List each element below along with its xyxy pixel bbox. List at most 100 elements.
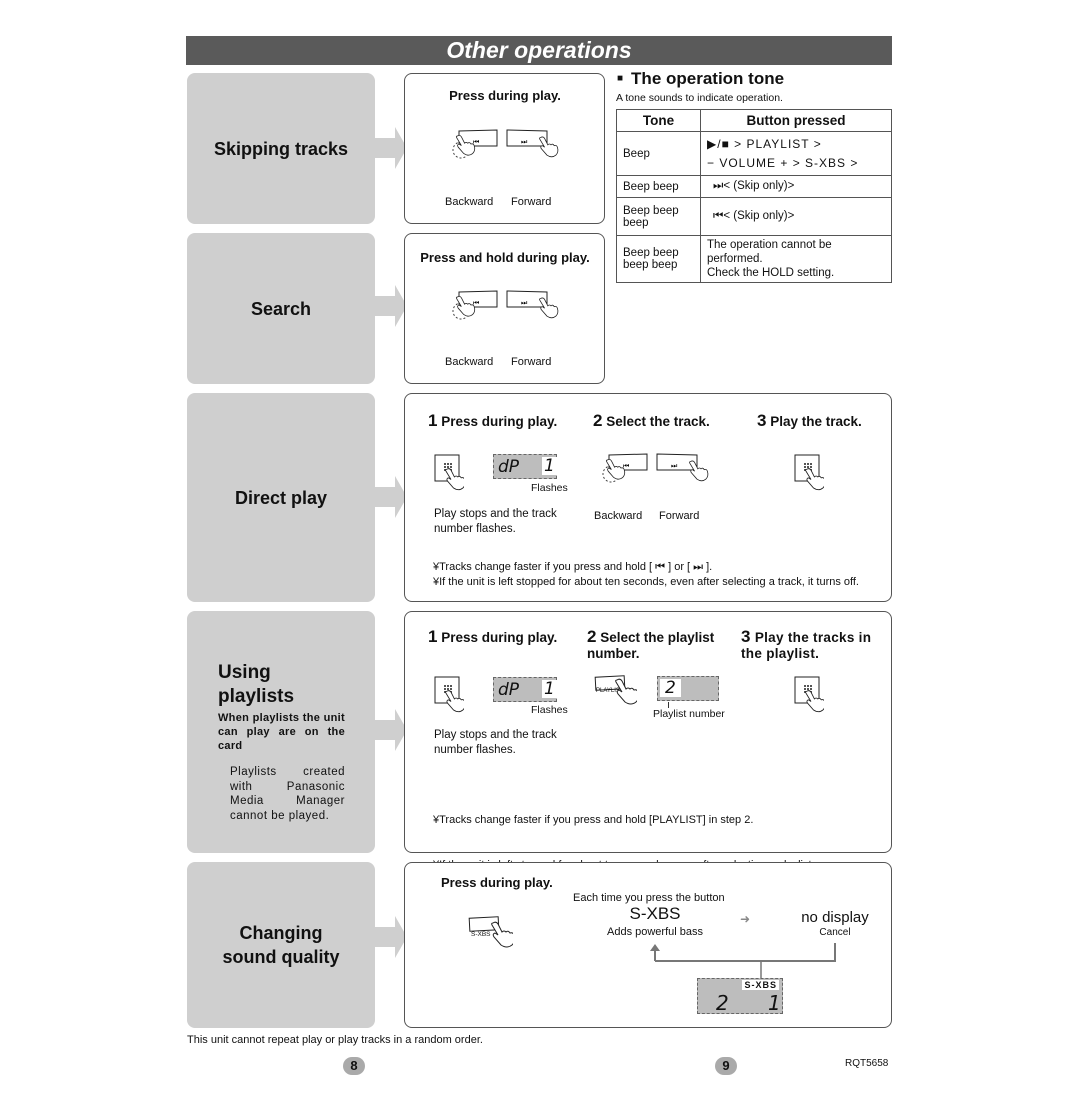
skip-forward-button-icon: ⏭ <box>506 290 559 319</box>
playlist-lcd-display: 2 <box>657 676 719 701</box>
mode-no-display: no display <box>801 909 869 926</box>
operation-tone-subtitle: A tone sounds to indicate operation. <box>616 92 783 104</box>
lcd-left-text: dP <box>498 680 520 700</box>
s-xbs-button: S-XBS <box>468 916 515 948</box>
lcd-left-digit: 2 <box>716 991 729 1015</box>
step-1: 1 Press during play. <box>428 411 558 430</box>
button-line: − VOLUME + > S-XBS > <box>707 155 859 170</box>
forward-label: Forward <box>511 356 552 368</box>
step-3: 3 Play the track. <box>757 411 862 430</box>
step-1: 1 Press during play. <box>428 627 558 646</box>
skip-forward-button-icon: ⏭ <box>656 453 709 482</box>
backward-label: Backward <box>445 356 494 368</box>
table-row: Beep beep ⏭< (Skip only)> <box>616 175 892 198</box>
step1-note: Play stops and the track number flashes. <box>434 508 557 535</box>
step-2: 2 Select the playlist number. <box>587 627 715 661</box>
mode-s-xbs: S-XBS <box>629 904 681 923</box>
mode-s-xbs-desc: Adds powerful bass <box>607 926 703 938</box>
operation-tone-heading: The operation tone <box>631 69 785 88</box>
numeric-keypad-button-icon <box>794 676 824 713</box>
bullet-square-icon: ■ <box>617 73 624 84</box>
lcd-right-digit: 1 <box>768 991 781 1015</box>
s-xbs-lcd-display: S-XBS 2 1 <box>697 978 783 1015</box>
section-label-playlists: Using playlists When playlists the unit … <box>187 611 375 853</box>
arrow-icon <box>375 476 407 518</box>
skip-back-button-icon: ⏮ <box>602 453 648 483</box>
page-number-right: 9 <box>715 1057 737 1075</box>
hand-icon <box>615 678 637 705</box>
skipping-label: Skipping tracks <box>213 138 349 159</box>
lcd-right-text: 1 <box>542 679 557 699</box>
search-label: Search <box>250 298 312 319</box>
each-time-label: Each time you press the button <box>573 892 725 904</box>
playlists-description: Playlists created with Panasonic Media M… <box>230 766 345 822</box>
button-cell: ⏮< (Skip only)> <box>700 197 892 236</box>
column-header-tone: Tone <box>616 109 701 132</box>
mode-no-display-desc: Cancel <box>819 927 851 938</box>
skip-buttons-illustration: ⏮ ⏭ <box>452 129 559 159</box>
playlist-number-label: Playlist number <box>653 708 725 720</box>
forward-label: Forward <box>659 510 700 522</box>
tone-cell: Beep beep <box>616 175 701 198</box>
step-2: 2 Select the track. <box>593 411 710 430</box>
table-row: Beep beep beep beep The operation cannot… <box>616 235 892 283</box>
section-label-sound-quality: Changing sound quality <box>187 862 375 1028</box>
arrow-icon <box>375 709 407 751</box>
model-number: RQT5658 <box>845 1058 889 1069</box>
note-item: ¥Tracks change faster if you press and h… <box>433 814 754 826</box>
page-number-left: 8 <box>343 1057 365 1075</box>
svg-text:⏭: ⏭ <box>671 462 678 470</box>
playlists-sublabel: When playlists the unit can play are on … <box>218 712 345 752</box>
tone-cell: Beep beep beep beep <box>616 235 701 283</box>
sound-quality-label-2: sound quality <box>222 947 340 967</box>
step-3: 3 Play the tracks in the playlist. <box>741 627 872 661</box>
table-header-row: Tone Button pressed <box>616 109 892 132</box>
numeric-keypad-button-icon <box>794 454 824 491</box>
section-label-search: Search <box>187 233 375 384</box>
skip-back-button-icon: ⏮ <box>452 290 498 320</box>
backward-label: Backward <box>594 510 643 522</box>
direct-play-notes: ¥Tracks change faster if you press and h… <box>433 560 859 590</box>
button-cell: ⏭< (Skip only)> <box>700 175 892 198</box>
section-label-skipping: Skipping tracks <box>187 73 375 224</box>
skip-back-button-icon: ⏮ <box>452 129 498 159</box>
playlists-panel: 1 Press during play. 2 Select the playli… <box>404 611 892 961</box>
table-row: Beep ▶/■ > PLAYLIST > − VOLUME + > S-XBS… <box>616 131 892 176</box>
button-cell: The operation cannot be performed. Check… <box>700 235 892 283</box>
button-cell: ▶/■ > PLAYLIST > − VOLUME + > S-XBS > <box>700 131 892 176</box>
table-row: Beep beep beep ⏮< (Skip only)> <box>616 197 892 236</box>
arrow-icon <box>375 916 407 958</box>
forward-label: Forward <box>511 196 552 208</box>
search-panel: Press and hold during play. ⏮ ⏭ Backward… <box>404 233 605 384</box>
playlist-button: PLAYLIST <box>594 675 637 705</box>
search-instruction: Press and hold during play. <box>420 250 590 265</box>
skipping-instruction: Press during play. <box>449 88 561 103</box>
direct-play-panel: 1 Press during play. 2 Select the track.… <box>404 393 892 602</box>
search-buttons-illustration: ⏮ ⏭ <box>452 290 559 320</box>
operation-tone-table: Tone Button pressed Beep ▶/■ > PLAYLIST … <box>616 109 892 283</box>
page-title: Other operations <box>186 36 892 65</box>
numeric-keypad-button-icon <box>434 676 464 713</box>
playlist-lcd-number: 2 <box>660 679 681 697</box>
skipping-panel: Press during play. ⏮ ⏭ Backward Forward <box>404 73 605 224</box>
playlists-label: Using playlists <box>218 662 295 707</box>
lcd-display: dP 1 <box>493 677 557 702</box>
lcd-left-text: dP <box>498 457 520 477</box>
svg-text:⏭: ⏭ <box>521 138 528 146</box>
operation-tone-title: ■ The operation tone <box>617 69 784 89</box>
s-xbs-button-label: S-XBS <box>471 931 491 938</box>
tone-cell: Beep <box>616 131 701 176</box>
backward-label: Backward <box>445 196 494 208</box>
sound-quality-panel: Press during play. S-XBS Each time you p… <box>404 862 892 1028</box>
svg-text:⏭: ⏭ <box>521 299 528 307</box>
footer-note: This unit cannot repeat play or play tra… <box>187 1034 483 1046</box>
skip-forward-button-icon: ⏭ <box>506 129 559 158</box>
column-header-button: Button pressed <box>700 109 892 132</box>
cycle-arrow-diagram <box>650 943 836 979</box>
arrow-right-icon: ➜ <box>740 912 751 926</box>
lcd-display: dP 1 <box>493 454 557 479</box>
arrow-icon <box>375 127 407 169</box>
select-track-illustration: ⏮ ⏭ <box>602 453 709 483</box>
note-item: ¥Tracks change faster if you press and h… <box>433 561 713 573</box>
button-line: ▶/■ > PLAYLIST > <box>707 136 822 151</box>
